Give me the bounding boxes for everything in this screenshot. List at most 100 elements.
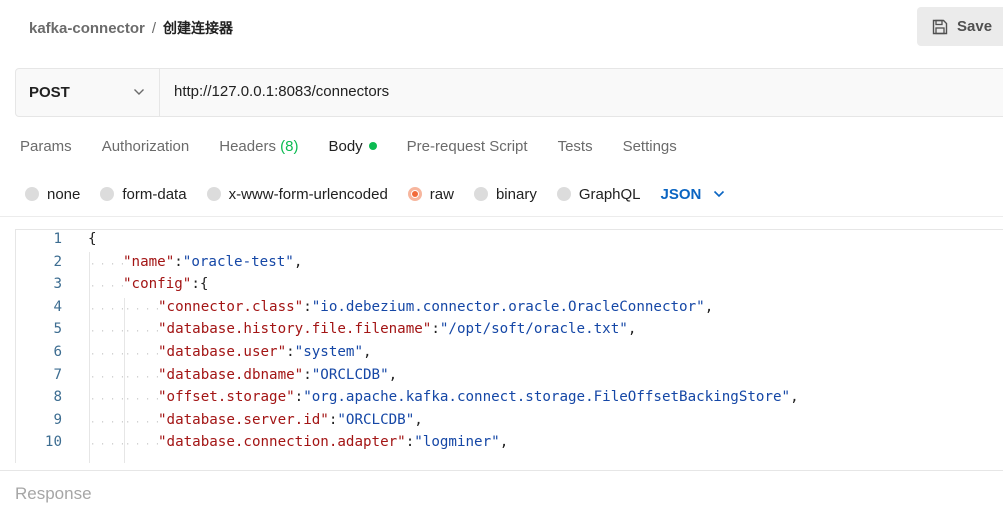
json-key: "database.server.id" <box>158 411 329 428</box>
radio-label: none <box>47 185 81 203</box>
tab-label: Headers <box>219 138 276 155</box>
whitespace-dots: ···· <box>90 440 130 451</box>
save-button-label: Save <box>957 18 993 35</box>
tab-authorization[interactable]: Authorization <box>102 138 190 160</box>
tab-body[interactable]: Body <box>328 138 377 160</box>
tab-label: Settings <box>622 138 677 155</box>
code-line[interactable]: 10 "database.connection.adapter":"logmine… <box>16 434 1003 457</box>
radio-label: binary <box>495 185 537 203</box>
radio-icon <box>556 187 571 201</box>
code-line[interactable]: 2 "name":"oracle-test", ···· <box>16 254 1003 277</box>
json-punct: , <box>363 344 372 360</box>
whitespace-dots: ···· <box>125 417 165 428</box>
json-key: "database.dbname" <box>158 366 304 383</box>
json-string: "io.debezium.connector.oracle.OracleConn… <box>311 298 705 315</box>
body-type-graphql[interactable]: GraphQL <box>556 185 641 203</box>
radio-icon <box>100 187 115 201</box>
radio-label: form-data <box>122 185 187 203</box>
json-punct: : <box>405 434 415 451</box>
body-type-binary[interactable]: binary <box>473 185 537 203</box>
json-key: "database.connection.adapter" <box>158 434 406 451</box>
code-text: "connector.class":"io.debezium.connector… <box>158 299 713 315</box>
tab-label: Body <box>328 138 363 155</box>
whitespace-dots: ···· <box>125 395 165 406</box>
code-line[interactable]: 6 "database.user":"system", ···· ···· <box>16 344 1003 367</box>
json-punct: , <box>704 298 714 315</box>
radio-selected-icon <box>407 187 422 201</box>
line-number: 3 <box>53 276 62 293</box>
code-text: { <box>88 231 97 247</box>
json-punct: : <box>303 298 312 315</box>
response-label: Response <box>15 484 92 503</box>
method-value: POST <box>29 84 70 101</box>
save-button[interactable]: Save <box>917 7 1003 46</box>
tab-label: Params <box>20 138 72 155</box>
code-line[interactable]: 5 "database.history.file.filename":"/opt/… <box>16 321 1003 344</box>
code-line[interactable]: 3 "config":{···· <box>16 276 1003 299</box>
whitespace-dots: ···· <box>90 259 130 270</box>
radio-label: GraphQL <box>578 185 641 203</box>
body-type-urlencoded[interactable]: x-www-form-urlencoded <box>206 185 388 203</box>
whitespace-dots: ···· <box>90 282 130 293</box>
line-number: 7 <box>53 366 62 383</box>
tab-label: Pre-request Script <box>406 138 528 155</box>
json-string: "logminer" <box>414 434 500 451</box>
body-type-form-data[interactable]: form-data <box>100 185 187 203</box>
save-icon <box>932 19 948 34</box>
body-type-raw[interactable]: raw <box>407 186 454 203</box>
json-key: "config" <box>123 276 192 293</box>
code-line[interactable]: 4 "connector.class":"io.debezium.connecto… <box>16 299 1003 322</box>
radio-icon <box>25 187 39 201</box>
chevron-down-icon <box>714 190 725 198</box>
tab-tests[interactable]: Tests <box>558 138 593 160</box>
code-text: "database.dbname":"ORCLCDB", <box>158 367 397 383</box>
json-string: "oracle-test" <box>182 253 294 270</box>
response-panel[interactable]: Response <box>0 470 1003 510</box>
code-line[interactable]: 1{ <box>16 231 1003 254</box>
json-string: "system" <box>294 344 364 360</box>
code-text: "database.history.file.filename":"/opt/s… <box>158 321 636 337</box>
url-input[interactable]: http://127.0.0.1:8083/connectors <box>174 83 389 100</box>
radio-icon <box>473 187 488 201</box>
breadcrumb-collection[interactable]: kafka-connector <box>29 20 145 37</box>
body-code-editor[interactable]: 1{2 "name":"oracle-test", ···· 3 "config":{·… <box>15 229 1003 463</box>
json-key: "name" <box>123 253 175 270</box>
json-punct: : <box>174 253 183 270</box>
radio-label: x-www-form-urlencoded <box>228 185 388 203</box>
line-number: 1 <box>53 231 62 247</box>
whitespace-dots: ···· <box>125 350 165 360</box>
whitespace-dots: ···· <box>90 372 130 383</box>
body-language-value: JSON <box>660 185 702 203</box>
tab-settings[interactable]: Settings <box>623 138 677 160</box>
json-key: "database.history.file.filename" <box>158 321 432 338</box>
tab-pre-request-script[interactable]: Pre-request Script <box>407 138 528 160</box>
json-string: "ORCLCDB" <box>337 411 415 428</box>
json-punct: : <box>431 321 440 338</box>
request-header: kafka-connector / 创建连接器 Save <box>0 0 1003 56</box>
json-string: "ORCLCDB" <box>311 366 389 383</box>
code-line[interactable]: 9 "database.server.id":"ORCLCDB", ···· ···· <box>16 412 1003 435</box>
code-line[interactable]: 8 "offset.storage":"org.apache.kafka.conn… <box>16 389 1003 412</box>
code-line[interactable]: 7 "database.dbname":"ORCLCDB", ···· ···· <box>16 367 1003 390</box>
json-punct: , <box>499 434 509 451</box>
json-punct: : <box>286 344 295 360</box>
json-punct: : <box>303 366 312 383</box>
body-language-select[interactable]: JSON <box>661 186 726 203</box>
request-tabs: Params Authorization Headers (8) Body Pr… <box>20 138 707 160</box>
method-select[interactable]: POST <box>16 69 160 116</box>
tab-headers[interactable]: Headers (8) <box>219 138 298 160</box>
breadcrumb-request-name[interactable]: 创建连接器 <box>163 21 233 37</box>
line-number: 2 <box>53 253 62 270</box>
tab-params[interactable]: Params <box>20 138 72 160</box>
headers-count-badge: (8) <box>280 138 299 155</box>
code-text: "offset.storage":"org.apache.kafka.conne… <box>158 389 799 405</box>
line-number: 4 <box>53 298 62 315</box>
breadcrumb: kafka-connector / 创建连接器 <box>29 18 233 38</box>
json-punct: , <box>790 389 799 406</box>
json-key: "offset.storage" <box>158 389 295 406</box>
code-text: "database.connection.adapter":"logminer"… <box>158 434 508 450</box>
code-text: "database.user":"system", <box>158 344 372 360</box>
json-punct: , <box>293 253 303 270</box>
body-type-none[interactable]: none <box>25 186 80 203</box>
code-text: "database.server.id":"ORCLCDB", <box>158 412 423 428</box>
